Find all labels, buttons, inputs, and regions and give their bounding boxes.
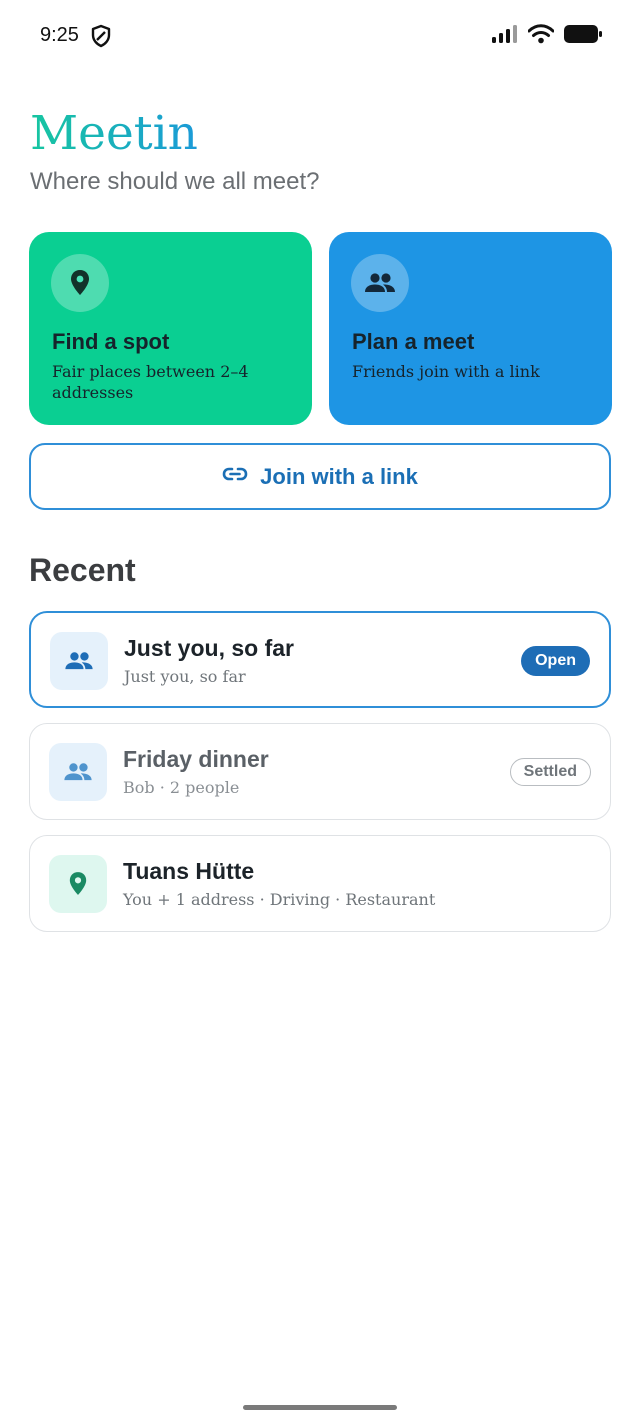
plan-a-meet-tile[interactable]: Plan a meet Friends join with a link xyxy=(329,232,612,425)
app-title: Meetin xyxy=(30,104,198,164)
status-badge: Open xyxy=(521,646,590,676)
join-with-link-button[interactable]: Join with a link xyxy=(29,443,611,510)
signal-icon xyxy=(492,24,518,49)
recent-item-subtitle: Bob · 2 people xyxy=(123,778,240,797)
battery-icon xyxy=(564,24,602,49)
recent-item[interactable]: Just you, so far Just you, so far Open xyxy=(29,611,611,708)
recent-item[interactable]: Friday dinner Bob · 2 people Settled xyxy=(29,723,611,820)
tile-subtitle: Fair places between 2–4 addresses xyxy=(52,362,249,402)
status-time: 9:25 xyxy=(40,24,79,46)
find-a-spot-tile[interactable]: Find a spot Fair places between 2–4 addr… xyxy=(29,232,312,425)
people-icon xyxy=(49,743,107,801)
recent-item[interactable]: Tuans Hütte You + 1 address · Driving · … xyxy=(29,835,611,932)
app-subtitle: Where should we all meet? xyxy=(30,168,320,195)
tile-title: Find a spot xyxy=(52,329,170,354)
wifi-icon xyxy=(527,23,555,49)
recent-item-title: Just you, so far xyxy=(124,635,294,661)
recent-item-title: Tuans Hütte xyxy=(123,858,255,884)
status-bar: 9:25 xyxy=(0,0,640,72)
location-pin-icon xyxy=(49,855,107,913)
status-icons xyxy=(492,23,602,49)
recent-heading: Recent xyxy=(29,552,136,588)
tile-subtitle: Friends join with a link xyxy=(352,362,540,381)
join-label: Join with a link xyxy=(260,463,418,489)
tile-title: Plan a meet xyxy=(352,329,475,354)
status-badge: Settled xyxy=(509,758,591,786)
shield-icon xyxy=(90,24,112,48)
link-icon xyxy=(222,467,248,486)
people-icon xyxy=(50,632,108,690)
recent-item-title: Friday dinner xyxy=(123,746,269,772)
location-pin-icon xyxy=(51,254,109,312)
home-indicator[interactable] xyxy=(243,1405,397,1410)
recent-item-subtitle: Just you, so far xyxy=(124,667,246,686)
recent-item-subtitle: You + 1 address · Driving · Restaurant xyxy=(123,890,436,909)
people-icon xyxy=(351,254,409,312)
